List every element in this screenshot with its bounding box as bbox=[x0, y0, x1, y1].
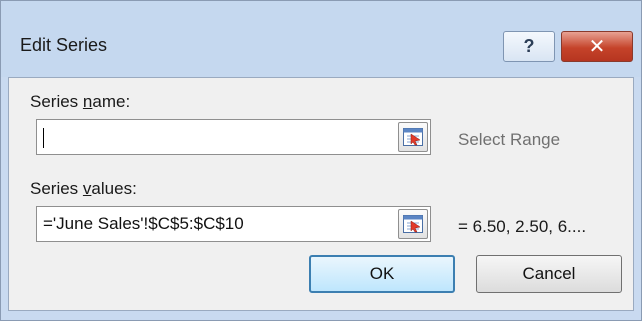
dialog-title: Edit Series bbox=[20, 35, 108, 55]
series-name-range-button[interactable] bbox=[398, 122, 428, 152]
close-button[interactable]: ✕ bbox=[561, 31, 633, 62]
close-icon: ✕ bbox=[588, 36, 606, 58]
series-values-range-button[interactable] bbox=[398, 209, 428, 239]
text-cursor bbox=[43, 127, 44, 148]
edit-series-dialog: Edit Series ? ✕ Series name: Select Rang… bbox=[0, 0, 642, 321]
series-values-preview: = 6.50, 2.50, 6.... bbox=[458, 217, 587, 236]
dialog-content: Series name: Select Range Series values:… bbox=[8, 77, 634, 311]
collapse-dialog-icon bbox=[403, 128, 423, 146]
ok-button[interactable]: OK bbox=[309, 255, 455, 293]
series-name-input[interactable] bbox=[36, 119, 431, 155]
help-icon: ? bbox=[523, 36, 535, 56]
series-name-preview: Select Range bbox=[458, 130, 561, 149]
collapse-dialog-icon bbox=[403, 215, 423, 233]
series-name-label: Series name: bbox=[30, 92, 131, 111]
series-values-label: Series values: bbox=[30, 179, 137, 198]
cancel-button[interactable]: Cancel bbox=[476, 255, 622, 293]
title-bar[interactable]: Edit Series ? ✕ bbox=[1, 1, 641, 77]
series-values-input[interactable]: ='June Sales'!$C$5:$C$10 bbox=[36, 206, 431, 242]
help-button[interactable]: ? bbox=[503, 31, 555, 62]
